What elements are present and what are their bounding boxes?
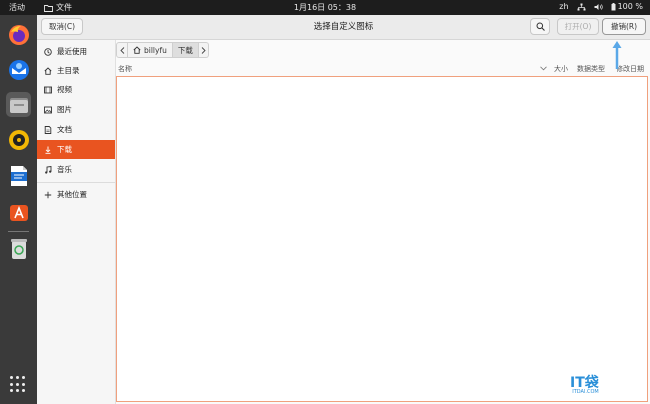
firefox-icon — [8, 24, 29, 45]
column-type[interactable]: 数据类型 — [577, 64, 605, 74]
chevron-left-icon — [119, 46, 124, 54]
search-icon — [536, 22, 545, 31]
path-crumb-current[interactable]: 下载 — [172, 42, 199, 58]
clock-icon — [44, 47, 52, 56]
sidebar-item-label: 图片 — [57, 105, 72, 114]
music-icon — [45, 165, 52, 174]
sidebar-item-pictures[interactable]: 图片 — [37, 100, 115, 119]
sidebar-item-other-locations[interactable]: 其他位置 — [37, 185, 115, 204]
path-forward-button[interactable] — [198, 42, 209, 58]
sidebar-item-music[interactable]: 音乐 — [37, 160, 115, 179]
download-icon — [45, 146, 51, 154]
column-size[interactable]: 大小 — [554, 64, 568, 74]
video-icon — [44, 86, 52, 93]
sidebar-item-label: 文档 — [57, 125, 72, 134]
sidebar-separator — [37, 182, 115, 183]
annotation-arrow-icon — [612, 41, 622, 69]
path-crumb-label: billyfu — [144, 45, 167, 55]
thunderbird-icon — [8, 59, 29, 80]
sidebar-item-label: 视频 — [57, 85, 72, 94]
column-name[interactable]: 名称 — [118, 64, 132, 74]
watermark-sub: ITDAI.COM — [572, 389, 599, 395]
dock-writer[interactable] — [6, 163, 31, 188]
battery-indicator[interactable]: 100 % — [611, 2, 643, 11]
sidebar-item-recent[interactable]: 最近使用 — [37, 42, 115, 61]
dock-rhythmbox[interactable] — [6, 127, 31, 152]
trash-icon — [10, 238, 27, 259]
sort-chevron-down-icon — [540, 66, 547, 71]
input-method[interactable]: zh — [559, 2, 568, 11]
home-icon — [133, 46, 141, 54]
writer-icon — [10, 165, 27, 186]
volume-icon — [594, 3, 603, 10]
search-button[interactable] — [530, 18, 550, 35]
places-sidebar: 最近使用 主目录 视频 图片 文档 下载 音乐 其他位置 — [37, 40, 116, 404]
image-icon — [44, 106, 52, 113]
software-icon — [9, 204, 28, 221]
sidebar-item-downloads[interactable]: 下载 — [37, 140, 115, 159]
chevron-right-icon — [201, 46, 206, 54]
watermark-logo: IT袋 ITDAI.COM — [570, 372, 599, 395]
sidebar-item-label: 下载 — [57, 145, 72, 154]
path-crumb-home[interactable]: billyfu — [128, 42, 173, 58]
open-button[interactable]: 打开(O) — [557, 18, 599, 35]
revert-button[interactable]: 撤销(R) — [602, 18, 646, 35]
network-icon — [577, 3, 586, 10]
home-icon — [44, 66, 52, 75]
file-chooser-dialog: 取消(C) 选择自定义图标 打开(O) 撤销(R) 最近使用 主目录 视频 图片… — [37, 15, 650, 404]
battery-percent: 100 % — [617, 2, 643, 11]
dock-trash[interactable] — [6, 236, 31, 261]
dialog-header: 取消(C) 选择自定义图标 打开(O) 撤销(R) — [37, 15, 650, 40]
dock-software[interactable] — [6, 199, 31, 224]
files-icon — [9, 97, 28, 113]
battery-icon — [611, 2, 616, 10]
path-bar: billyfu 下载 — [116, 41, 209, 59]
dock-files[interactable] — [6, 92, 31, 117]
dock — [0, 15, 37, 404]
sidebar-item-label: 最近使用 — [57, 47, 87, 56]
path-back-button[interactable] — [116, 42, 128, 58]
top-bar: 活动 文件 1月16日 05：38 zh 100 % — [0, 0, 650, 15]
column-header: 名称 大小 数据类型 修改日期 — [116, 63, 650, 75]
sidebar-item-documents[interactable]: 文档 — [37, 120, 115, 139]
plus-icon — [44, 191, 52, 198]
system-tray[interactable]: zh 100 % — [559, 2, 643, 11]
sidebar-item-videos[interactable]: 视频 — [37, 80, 115, 99]
dock-firefox[interactable] — [6, 22, 31, 47]
sidebar-item-home[interactable]: 主目录 — [37, 61, 115, 80]
document-icon — [44, 125, 52, 134]
sidebar-item-label: 其他位置 — [57, 190, 87, 199]
sidebar-item-label: 主目录 — [57, 66, 80, 75]
show-apps-grid-icon[interactable] — [10, 376, 27, 393]
rhythmbox-icon — [8, 129, 29, 150]
file-list[interactable] — [116, 76, 648, 402]
clock[interactable]: 1月16日 05：38 — [0, 2, 650, 13]
dock-thunderbird[interactable] — [6, 57, 31, 82]
dock-separator — [8, 231, 29, 232]
sidebar-item-label: 音乐 — [57, 165, 72, 174]
